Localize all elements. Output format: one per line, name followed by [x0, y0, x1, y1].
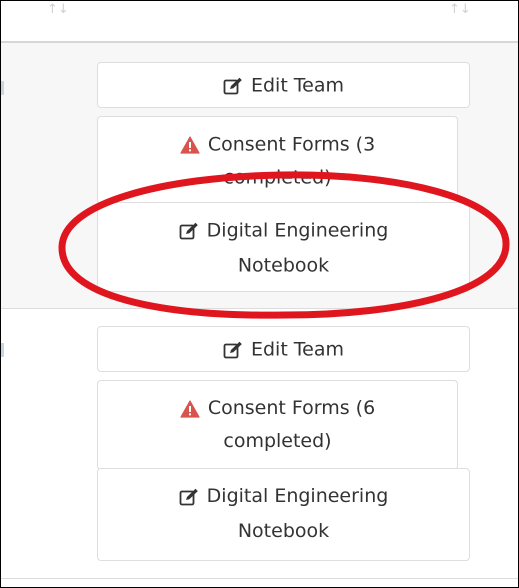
edit-team-label: Edit Team: [250, 338, 345, 361]
notebook-label-line1: Digital Engineering: [206, 219, 389, 242]
consent-forms-button[interactable]: Consent Forms (3 completed): [97, 116, 458, 204]
table-row: Edit Team Consent Forms (3 completed) Di…: [1, 43, 518, 309]
row-edge-mark: [1, 343, 4, 357]
consent-forms-button[interactable]: Consent Forms (6 completed): [97, 380, 458, 470]
sort-icon[interactable]: ↑↓: [449, 3, 471, 16]
edit-team-button[interactable]: Edit Team: [97, 326, 470, 372]
digital-engineering-notebook-button[interactable]: Digital Engineering Notebook: [97, 202, 470, 292]
digital-engineering-notebook-button[interactable]: Digital Engineering Notebook: [97, 468, 470, 561]
table-row: Edit Team Consent Forms (6 completed) Di…: [1, 309, 518, 579]
consent-forms-label-line2: completed): [223, 166, 332, 188]
edit-icon: [223, 77, 243, 95]
consent-forms-label-line1: Consent Forms (3: [207, 133, 376, 156]
notebook-label-line2: Notebook: [237, 520, 330, 542]
sort-icon[interactable]: ↑↓: [47, 3, 69, 16]
row-edge-mark: [1, 81, 4, 95]
notebook-label-line2: Notebook: [237, 254, 330, 276]
edit-team-button[interactable]: Edit Team: [97, 62, 470, 108]
consent-forms-label-line2: completed): [223, 430, 332, 452]
screenshot-frame: ↑↓ ↑↓ Edit Team Consent Forms (3 complet…: [0, 0, 519, 588]
consent-forms-label-line1: Consent Forms (6: [207, 397, 376, 419]
edit-team-label: Edit Team: [250, 74, 345, 97]
edit-icon: [223, 341, 243, 359]
edit-icon: [179, 222, 199, 240]
edit-icon: [179, 488, 199, 506]
notebook-label-line1: Digital Engineering: [206, 485, 389, 507]
warning-icon: [180, 135, 200, 154]
table-header: ↑↓ ↑↓: [1, 1, 518, 43]
warning-icon: [180, 399, 200, 418]
